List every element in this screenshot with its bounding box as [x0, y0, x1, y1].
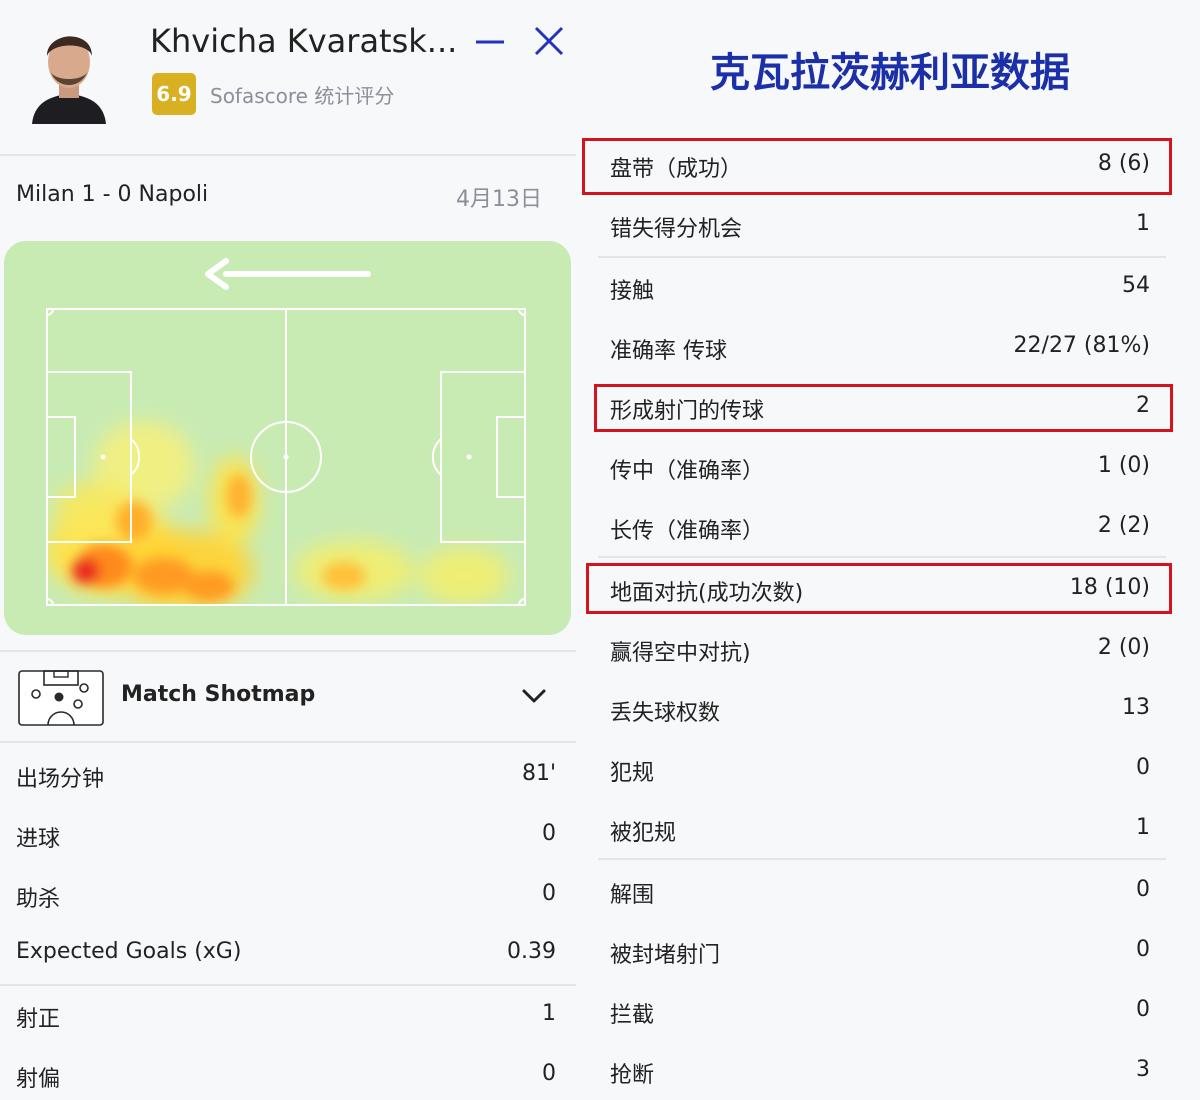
player-name: Khvicha Kvaratsk...	[150, 22, 458, 60]
divider	[598, 556, 1166, 558]
divider	[0, 741, 576, 743]
player-panel: Khvicha Kvaratsk... 6.9 Sofascore 统计评分 M…	[0, 0, 580, 1100]
stat-value: 0	[1136, 997, 1150, 1022]
stat-label: 长传（准确率）	[610, 519, 765, 544]
stat-row-assists: 助杀 0	[16, 875, 556, 915]
stat-label: 犯规	[610, 761, 655, 786]
stat-label: 准确率 传球	[610, 339, 727, 364]
stat-row-ground-duels: 地面对抗(成功次数) 18 (10)	[610, 569, 1150, 609]
stat-label: 地面对抗(成功次数)	[610, 581, 804, 606]
stat-row-goals: 进球 0	[16, 815, 556, 855]
rating-badge: 6.9	[152, 73, 196, 115]
stat-label: 射偏	[16, 1067, 61, 1092]
stat-label: 拦截	[610, 1003, 655, 1028]
stat-row-dribbles: 盘带（成功） 8 (6)	[610, 145, 1150, 185]
stat-row-touches: 接触 54	[610, 267, 1150, 307]
stat-row-shots-on-target: 射正 1	[16, 995, 556, 1035]
stat-row-tackles: 抢断 3	[610, 1051, 1150, 1091]
stat-label: 丢失球权数	[610, 701, 721, 726]
stat-label: 被犯规	[610, 821, 677, 846]
stats-title: 克瓦拉茨赫利亚数据	[710, 50, 1070, 96]
stat-value: 3	[1136, 1057, 1150, 1082]
rating-label: Sofascore 统计评分	[210, 84, 395, 108]
stat-value: 81'	[521, 761, 556, 786]
stat-label: 进球	[16, 827, 61, 852]
stat-value: 22/27 (81%)	[1013, 333, 1150, 358]
stat-row-key-passes: 形成射门的传球 2	[610, 387, 1150, 427]
stat-row-clearances: 解围 0	[610, 871, 1150, 911]
stat-value: 2 (0)	[1097, 635, 1150, 660]
stat-value: 2	[1136, 393, 1150, 418]
stat-value: 2 (2)	[1097, 513, 1150, 538]
stat-value: 1	[1136, 211, 1150, 236]
stat-label: 赢得空中对抗)	[610, 641, 751, 666]
stat-value: 1 (0)	[1097, 453, 1150, 478]
stat-label: 抢断	[610, 1063, 655, 1088]
stat-label: 助杀	[16, 887, 61, 912]
stat-label: Expected Goals (xG)	[16, 939, 242, 964]
stat-row-shots-off-target: 射偏 0	[16, 1055, 556, 1095]
stat-value: 13	[1122, 695, 1150, 720]
stat-row-pass-accuracy: 准确率 传球 22/27 (81%)	[610, 327, 1150, 367]
stat-label: 接触	[610, 279, 655, 304]
stat-row-interceptions: 拦截 0	[610, 991, 1150, 1031]
chevron-down-icon[interactable]	[520, 686, 548, 706]
divider	[0, 154, 576, 156]
match-score: Milan 1 - 0 Napoli	[16, 182, 209, 207]
stat-value: 18 (10)	[1069, 575, 1150, 600]
stat-label: 盘带（成功）	[610, 157, 743, 182]
stat-row-blocked-shots: 被封堵射门 0	[610, 931, 1150, 971]
stat-value: 1	[1136, 815, 1150, 840]
divider	[0, 984, 576, 986]
stat-value: 0	[1136, 937, 1150, 962]
stat-label: 传中（准确率）	[610, 459, 765, 484]
stat-value: 54	[1122, 273, 1150, 298]
stat-value: 8 (6)	[1097, 151, 1150, 176]
player-avatar	[26, 18, 112, 124]
stat-row-crosses: 传中（准确率） 1 (0)	[610, 447, 1150, 487]
divider	[0, 650, 576, 652]
stat-row-aerial-duels: 赢得空中对抗) 2 (0)	[610, 629, 1150, 669]
stat-row-minutes: 出场分钟 81'	[16, 755, 556, 795]
stat-row-big-chances-missed: 错失得分机会 1	[610, 205, 1150, 245]
stat-row-fouls: 犯规 0	[610, 749, 1150, 789]
stat-row-possession-lost: 丢失球权数 13	[610, 689, 1150, 729]
stat-value: 0	[1136, 877, 1150, 902]
stat-label: 错失得分机会	[610, 217, 743, 242]
match-date: 4月13日	[456, 187, 542, 212]
stat-value: 0	[542, 881, 556, 906]
stat-value: 0.39	[507, 939, 556, 964]
close-icon[interactable]	[532, 24, 566, 58]
stat-value: 0	[542, 1061, 556, 1086]
stat-label: 解围	[610, 883, 655, 908]
stat-label: 射正	[16, 1007, 61, 1032]
stat-label: 被封堵射门	[610, 943, 721, 968]
stat-label: 形成射门的传球	[610, 399, 765, 424]
divider	[598, 858, 1166, 860]
shotmap-label[interactable]: Match Shotmap	[121, 682, 315, 707]
heatmap-pitch	[4, 241, 571, 635]
minimize-icon[interactable]	[474, 26, 506, 58]
shotmap-icon	[18, 670, 104, 726]
stat-row-was-fouled: 被犯规 1	[610, 809, 1150, 849]
stat-label: 出场分钟	[16, 767, 105, 792]
stat-value: 1	[542, 1001, 556, 1026]
divider	[598, 256, 1166, 258]
stat-value: 0	[542, 821, 556, 846]
stat-row-xg: Expected Goals (xG) 0.39	[16, 933, 556, 973]
stat-row-long-balls: 长传（准确率） 2 (2)	[610, 507, 1150, 547]
stat-value: 0	[1136, 755, 1150, 780]
